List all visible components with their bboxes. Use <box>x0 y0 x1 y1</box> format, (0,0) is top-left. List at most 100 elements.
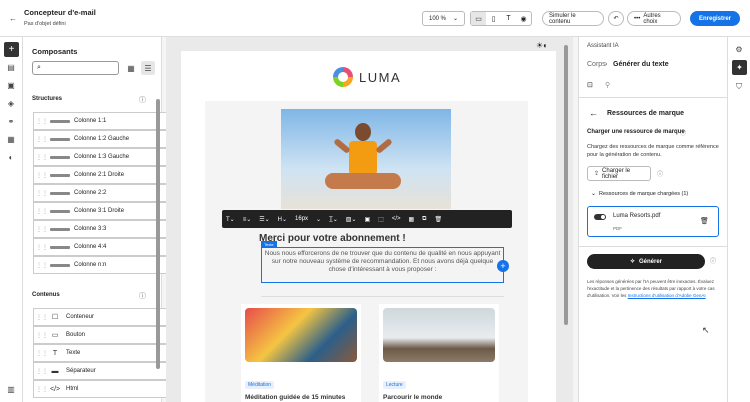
column-icon <box>50 155 70 159</box>
simulate-button[interactable]: Simuler le contenu <box>542 11 604 26</box>
section-title: Ressources de marque <box>607 110 685 117</box>
list-icon[interactable]: ☰⌄ <box>259 216 269 223</box>
info-icon[interactable]: ⓘ <box>139 291 146 301</box>
card-1-image[interactable] <box>245 308 357 362</box>
font-size-select[interactable]: 16px <box>295 216 308 222</box>
back-arrow-icon[interactable]: ← <box>589 108 598 118</box>
duplicate-icon[interactable]: ⧉ <box>422 216 426 223</box>
structure-item[interactable]: ⋮⋮ Colonne 1:1 <box>33 112 171 130</box>
generate-button[interactable]: ✧ Générer <box>587 254 705 269</box>
selected-text-block[interactable]: Nous nous efforcerons de ne trouver que … <box>261 247 504 283</box>
layout-icon[interactable]: ▦ <box>409 216 415 223</box>
text-icon: T <box>52 349 58 357</box>
generate-label: Générer <box>639 258 663 265</box>
zoom-select[interactable]: 100 % ⌄ <box>422 11 465 26</box>
upload-file-button[interactable]: ⇪ Charger le fichier <box>587 166 651 181</box>
assets-icon[interactable]: ▣ <box>4 78 18 92</box>
text-icon[interactable]: T <box>501 12 516 25</box>
desktop-icon[interactable]: ▭ <box>471 12 486 25</box>
layers-icon[interactable]: ◈ <box>4 96 18 110</box>
brand-icon[interactable]: ⚲ <box>605 81 610 89</box>
structure-item[interactable]: ⋮⋮ Colonne 1:3 Gauche <box>33 148 171 166</box>
settings-panel-icon[interactable]: ▥ <box>4 382 18 396</box>
components-title: Composants <box>32 47 78 56</box>
structure-item[interactable]: ⋮⋮ Colonne 2:1 Droite <box>33 166 171 184</box>
left-rail: + ▤ ▣ ◈ ⚭ ▦ ◐ ▥ <box>0 37 23 402</box>
genai-guidelines-link[interactable]: Instructions d'utilisation d'Adobe GenAI <box>628 293 706 298</box>
save-button[interactable]: Enregistrer <box>690 11 740 26</box>
info-icon[interactable]: ⓘ <box>139 95 146 105</box>
other-choices-button[interactable]: ••• Autres choix <box>627 11 681 26</box>
help-icon[interactable]: ⓘ <box>710 256 716 265</box>
search-field[interactable] <box>43 65 114 71</box>
code-icon[interactable]: </> <box>392 216 401 222</box>
chevron-down-icon[interactable]: ⌄ <box>591 190 596 197</box>
grid-view-icon[interactable]: ▦ <box>124 61 138 75</box>
text-style-icon[interactable]: T⌄ <box>226 216 235 223</box>
loaded-resources-label[interactable]: Ressources de marque chargées (1) <box>599 191 688 197</box>
structure-item[interactable]: ⋮⋮ Colonne n:n <box>33 256 171 274</box>
settings-sliders-icon[interactable]: ⚙ <box>732 42 746 56</box>
mobile-icon[interactable]: ▯ <box>486 12 501 25</box>
layout-icon[interactable]: ▤ <box>4 60 18 74</box>
structure-item[interactable]: ⋮⋮ Colonne 1:2 Gauche <box>33 130 171 148</box>
button-icon: ▭ <box>51 332 59 339</box>
personalize-icon[interactable]: ▣ <box>364 216 370 223</box>
text-color-icon[interactable]: T̲⌄ <box>329 216 338 223</box>
drag-handle-icon: ⋮⋮ <box>36 118 48 125</box>
chevron-down-icon[interactable]: ⌄ <box>316 216 321 223</box>
structure-item[interactable]: ⋮⋮ Colonne 2:2 <box>33 184 171 202</box>
scrollbar[interactable] <box>156 99 160 369</box>
back-arrow-icon[interactable]: ← <box>6 11 20 25</box>
resource-card[interactable]: Luma Resorts.pdf PDF 🗑 <box>587 206 719 237</box>
shield-icon[interactable]: ⛉ <box>732 80 746 94</box>
drag-handle-icon: ⋮⋮ <box>36 332 48 339</box>
delete-icon[interactable]: 🗑 <box>700 217 709 225</box>
card-2[interactable]: Lecture Parcourir le monde <box>379 304 499 402</box>
card-2-title: Parcourir le monde <box>383 394 443 401</box>
link-icon[interactable]: ⚭ <box>4 114 18 128</box>
content-item[interactable]: ⋮⋮ ▬ Séparateur <box>33 362 171 380</box>
structure-label: Colonne 3:3 <box>74 226 107 232</box>
image-icon[interactable]: ▨⌄ <box>346 216 357 223</box>
resource-toggle[interactable] <box>594 214 606 220</box>
content-item[interactable]: ⋮⋮ </> Html <box>33 380 171 398</box>
preview-eye-icon[interactable]: ◉ <box>516 12 531 25</box>
structure-item[interactable]: ⋮⋮ Colonne 4:4 <box>33 238 171 256</box>
delete-icon[interactable]: 🗑 <box>434 216 442 223</box>
target-icon[interactable]: ⊡ <box>587 81 593 89</box>
ai-wand-icon[interactable]: ✦ <box>732 60 747 75</box>
info-icon[interactable]: ⓘ <box>657 169 663 178</box>
heading-icon[interactable]: H⌄ <box>278 216 287 223</box>
crumb-root[interactable]: Corps <box>587 61 606 68</box>
fragments-icon[interactable]: ▦ <box>4 132 18 146</box>
structure-item[interactable]: ⋮⋮ Colonne 3:3 <box>33 220 171 238</box>
personalize-icon[interactable]: ◐ <box>4 150 18 164</box>
search-icon: ⌕ <box>37 64 41 71</box>
search-input[interactable]: ⌕ <box>32 61 119 75</box>
select-icon[interactable]: ⬚ <box>378 216 384 223</box>
undo-icon[interactable]: ↶ <box>608 11 624 26</box>
hero-image[interactable] <box>281 109 451 209</box>
content-label: Texte <box>66 350 81 356</box>
add-icon[interactable]: + <box>4 42 19 57</box>
content-item[interactable]: ⋮⋮ ☐ Conteneur <box>33 308 171 326</box>
canvas-scrollbar[interactable] <box>564 45 568 325</box>
card-1[interactable]: Méditation Méditation guidée de 15 minut… <box>241 304 361 402</box>
content-item[interactable]: ⋮⋮ T Texte <box>33 344 171 362</box>
top-bar: ← Concepteur d'e-mail Pas d'objet défini… <box>0 0 750 37</box>
card-2-image[interactable] <box>383 308 495 362</box>
divider-icon: ▬ <box>51 367 59 375</box>
ai-assistant-panel: Assistant IA Corps › Générer du texte ⊡ … <box>578 37 728 402</box>
structure-item[interactable]: ⋮⋮ Colonne 3:1 Droite <box>33 202 171 220</box>
align-icon[interactable]: ≡⌄ <box>243 216 252 223</box>
theme-toggle-icon[interactable]: ☀◐ <box>536 41 548 50</box>
content-item[interactable]: ⋮⋮ ▭ Bouton <box>33 326 171 344</box>
add-block-icon[interactable]: + <box>497 260 509 272</box>
contents-title: Contenus <box>32 292 60 298</box>
list-view-icon[interactable]: ☰ <box>141 61 155 75</box>
column-icon <box>50 137 70 141</box>
email-headline[interactable]: Merci pour votre abonnement ! <box>259 233 406 244</box>
help-icon[interactable]: ⓘ <box>680 128 686 137</box>
drag-handle-icon: ⋮⋮ <box>36 314 48 321</box>
